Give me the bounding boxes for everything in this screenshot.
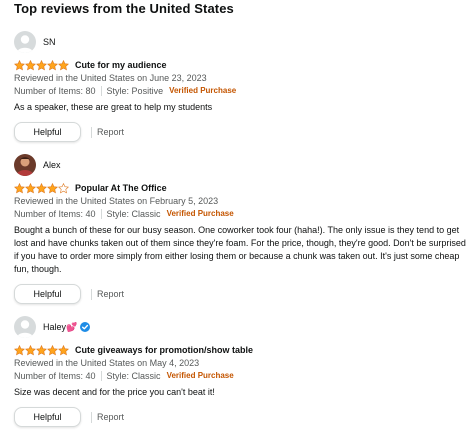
review-format-strip: Number of Items: 80 Style: Positive Veri… [14, 84, 469, 97]
reviewer-profile[interactable]: Haley💕 [14, 315, 469, 339]
star-filled-icon [25, 182, 36, 193]
star-rating[interactable] [14, 344, 69, 356]
reviewer-name: SN [43, 37, 56, 47]
divider [100, 370, 102, 381]
profile-photo-avatar [14, 154, 36, 176]
review-title[interactable]: Popular At The Office [75, 183, 167, 193]
review-card: SN Cute for my audience Reviewed in the … [14, 30, 469, 142]
star-filled-icon [36, 344, 47, 355]
verified-check-icon [80, 322, 91, 332]
divider [91, 126, 92, 138]
star-filled-icon [58, 344, 69, 355]
helpful-button[interactable]: Helpful [14, 122, 81, 142]
divider [100, 208, 102, 219]
reviewer-profile[interactable]: SN [14, 30, 469, 54]
reviewer-profile[interactable]: Alex [14, 153, 469, 177]
report-link[interactable]: Report [97, 412, 124, 422]
report-link[interactable]: Report [97, 127, 124, 137]
review-date: Reviewed in the United States on Februar… [14, 196, 219, 206]
review-title[interactable]: Cute for my audience [75, 60, 167, 70]
star-filled-icon [25, 344, 36, 355]
review-body: Size was decent and for the price you ca… [14, 387, 215, 397]
review-card: Alex Popular At The Office Reviewed in t… [14, 153, 469, 304]
review-body: Bought a bunch of these for our busy sea… [14, 225, 466, 274]
number-of-items: Number of Items: 40 [14, 208, 96, 219]
star-filled-icon [58, 59, 69, 70]
star-filled-icon [14, 59, 25, 70]
review-body: As a speaker, these are great to help my… [14, 102, 213, 112]
star-filled-icon [47, 344, 58, 355]
helpful-button[interactable]: Helpful [14, 284, 81, 304]
star-filled-icon [36, 59, 47, 70]
review-date: Reviewed in the United States on May 4, … [14, 358, 200, 368]
verified-purchase-badge: Verified Purchase [169, 86, 237, 95]
divider [91, 288, 92, 300]
section-title: Top reviews from the United States [14, 1, 234, 16]
star-empty-icon [58, 182, 69, 193]
star-filled-icon [47, 182, 58, 193]
default-avatar-icon [14, 31, 36, 53]
review-format-strip: Number of Items: 40 Style: Classic Verif… [14, 207, 469, 220]
reviews-section: Top reviews from the United States SN Cu… [0, 0, 475, 433]
verified-purchase-badge: Verified Purchase [166, 209, 234, 218]
helpful-button[interactable]: Helpful [14, 407, 81, 427]
reviewer-name: Alex [43, 160, 61, 170]
reviewer-name: Haley💕 [43, 321, 78, 332]
style-option: Style: Classic [106, 208, 161, 219]
star-filled-icon [14, 344, 25, 355]
star-rating[interactable] [14, 182, 69, 194]
divider [100, 85, 102, 96]
review-title[interactable]: Cute giveaways for promotion/show table [75, 345, 253, 355]
number-of-items: Number of Items: 80 [14, 85, 96, 96]
divider [91, 411, 92, 423]
verified-purchase-badge: Verified Purchase [166, 371, 234, 380]
star-filled-icon [25, 59, 36, 70]
review-card: Haley💕 Cute giveaways for promotion/show… [14, 315, 469, 427]
report-link[interactable]: Report [97, 289, 124, 299]
star-filled-icon [47, 59, 58, 70]
number-of-items: Number of Items: 40 [14, 370, 96, 381]
review-date: Reviewed in the United States on June 23… [14, 73, 207, 83]
star-filled-icon [36, 182, 47, 193]
star-filled-icon [14, 182, 25, 193]
review-format-strip: Number of Items: 40 Style: Classic Verif… [14, 369, 469, 382]
star-rating[interactable] [14, 59, 69, 71]
default-avatar-icon [14, 316, 36, 338]
style-option: Style: Classic [106, 370, 161, 381]
style-option: Style: Positive [106, 85, 164, 96]
